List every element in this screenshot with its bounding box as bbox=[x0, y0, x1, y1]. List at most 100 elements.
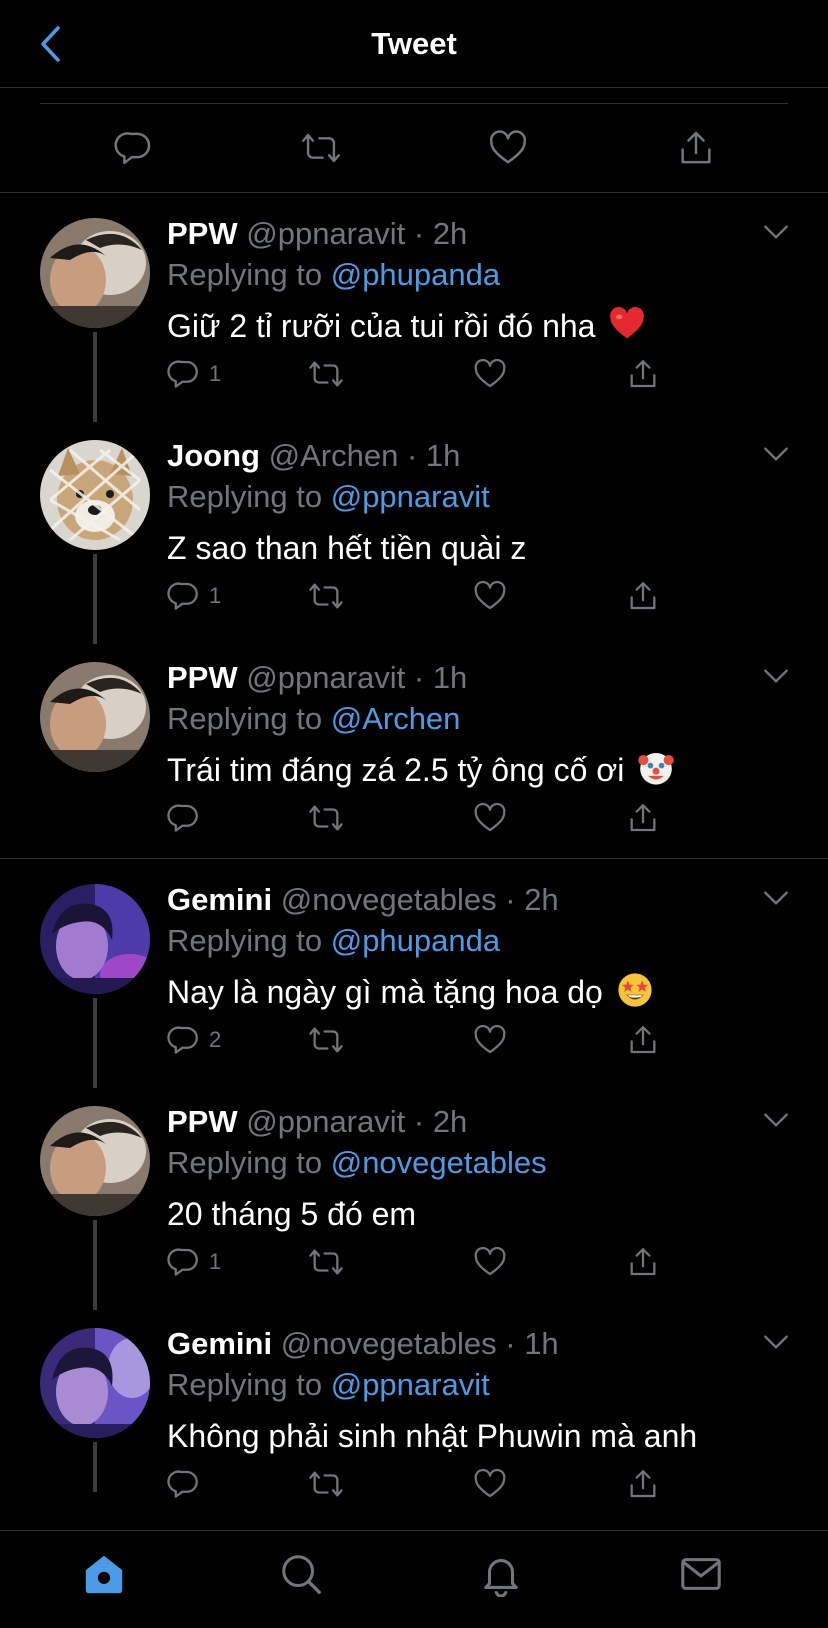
author-handle[interactable]: @ppnaravit bbox=[246, 660, 405, 695]
avatar[interactable] bbox=[40, 1106, 150, 1216]
retweet-button[interactable] bbox=[307, 1466, 345, 1502]
like-button[interactable] bbox=[473, 1244, 507, 1280]
reply-button[interactable]: 1 bbox=[167, 578, 221, 614]
avatar[interactable] bbox=[40, 218, 150, 328]
timestamp: 1h bbox=[524, 1326, 559, 1361]
reply-tweet[interactable]: PPW @ppnaravit · 2h Replying to @noveget… bbox=[0, 1082, 828, 1310]
reply-button[interactable]: 1 bbox=[167, 1244, 221, 1280]
author-line: PPW @ppnaravit · 1h bbox=[167, 658, 467, 698]
retweet-button[interactable] bbox=[307, 1022, 345, 1058]
author-name[interactable]: PPW bbox=[167, 216, 238, 251]
reply-button[interactable]: 2 bbox=[167, 1022, 221, 1058]
reply-tweet[interactable]: PPW @ppnaravit · 2h Replying to @phupand… bbox=[0, 194, 828, 422]
share-button[interactable] bbox=[674, 126, 718, 170]
retweet-button[interactable] bbox=[307, 800, 345, 836]
share-icon bbox=[630, 804, 656, 832]
timestamp: 2h bbox=[524, 882, 559, 917]
like-button[interactable] bbox=[473, 1466, 507, 1502]
author-handle[interactable]: @ppnaravit bbox=[246, 1104, 405, 1139]
retweet-button[interactable] bbox=[307, 1244, 345, 1280]
mention-link[interactable]: @Archen bbox=[331, 701, 461, 736]
reply-count: 1 bbox=[209, 583, 222, 608]
like-icon bbox=[474, 580, 506, 610]
author-line: Gemini @novegetables · 1h bbox=[167, 1324, 559, 1364]
tweet-text: Z sao than hết tiền quài z bbox=[167, 526, 526, 570]
chevron-down-icon[interactable] bbox=[760, 1326, 792, 1358]
tab-search[interactable] bbox=[276, 1549, 326, 1599]
author-name[interactable]: Gemini bbox=[167, 882, 272, 917]
share-button[interactable] bbox=[626, 1244, 660, 1280]
author-handle[interactable]: @novegetables bbox=[281, 1326, 497, 1361]
chevron-down-icon[interactable] bbox=[760, 1104, 792, 1136]
search-icon bbox=[278, 1551, 324, 1597]
reply-button[interactable] bbox=[167, 800, 209, 836]
dot-separator: · bbox=[405, 216, 433, 251]
page-title: Tweet bbox=[371, 26, 457, 61]
reply-button[interactable]: 1 bbox=[167, 356, 221, 392]
reply-tweet[interactable]: PPW @ppnaravit · 1h Replying to @Archen … bbox=[0, 638, 828, 860]
tab-messages[interactable] bbox=[676, 1549, 726, 1599]
reply-tweet[interactable]: Gemini @novegetables · 1h Replying to @p… bbox=[0, 1304, 828, 1526]
author-handle[interactable]: @novegetables bbox=[281, 882, 497, 917]
like-button[interactable] bbox=[473, 1022, 507, 1058]
share-button[interactable] bbox=[626, 1466, 660, 1502]
dot-separator: · bbox=[398, 438, 426, 473]
author-name[interactable]: PPW bbox=[167, 660, 238, 695]
reply-tweet[interactable]: Joong @Archen · 1h Replying to @ppnaravi… bbox=[0, 416, 828, 644]
thread-line bbox=[93, 1220, 97, 1310]
avatar[interactable] bbox=[40, 884, 150, 994]
reply-count: 1 bbox=[209, 361, 222, 386]
retweet-icon bbox=[309, 583, 343, 609]
tab-home[interactable] bbox=[79, 1549, 129, 1599]
like-button[interactable] bbox=[473, 356, 507, 392]
retweet-icon bbox=[309, 1471, 343, 1497]
mention-link[interactable]: @phupanda bbox=[331, 257, 500, 292]
author-name[interactable]: Joong bbox=[167, 438, 260, 473]
mention-link[interactable]: @ppnaravit bbox=[331, 479, 490, 514]
avatar[interactable] bbox=[40, 662, 150, 772]
share-button[interactable] bbox=[626, 356, 660, 392]
like-button[interactable] bbox=[473, 800, 507, 836]
chevron-down-icon[interactable] bbox=[760, 438, 792, 470]
reply-button[interactable] bbox=[167, 1466, 209, 1502]
tweet-text-content: Trái tim đáng zá 2.5 tỷ ông cố ơi bbox=[167, 752, 625, 788]
share-button[interactable] bbox=[626, 1022, 660, 1058]
avatar[interactable] bbox=[40, 1328, 150, 1438]
author-handle[interactable]: @ppnaravit bbox=[246, 216, 405, 251]
tweet-text: Giữ 2 tỉ rưỡi của tui rồi đó nha bbox=[167, 304, 646, 348]
avatar[interactable] bbox=[40, 440, 150, 550]
top-bar: Tweet bbox=[0, 0, 828, 88]
reply-button[interactable] bbox=[112, 126, 156, 170]
dot-separator: · bbox=[405, 660, 433, 695]
mention-link[interactable]: @novegetables bbox=[331, 1145, 547, 1180]
mention-link[interactable]: @ppnaravit bbox=[331, 1367, 490, 1402]
author-name[interactable]: PPW bbox=[167, 1104, 238, 1139]
author-handle[interactable]: @Archen bbox=[269, 438, 399, 473]
replying-to-line: Replying to @Archen bbox=[167, 699, 460, 739]
chevron-down-icon[interactable] bbox=[760, 660, 792, 692]
like-button[interactable] bbox=[473, 578, 507, 614]
chevron-down-icon[interactable] bbox=[760, 216, 792, 248]
share-icon bbox=[630, 360, 656, 388]
tweet-text: Trái tim đáng zá 2.5 tỷ ông cố ơi bbox=[167, 748, 675, 792]
share-icon bbox=[676, 128, 716, 168]
mention-link[interactable]: @phupanda bbox=[331, 923, 500, 958]
author-name[interactable]: Gemini bbox=[167, 1326, 272, 1361]
like-icon bbox=[474, 1024, 506, 1054]
share-button[interactable] bbox=[626, 578, 660, 614]
tweet-text-content: 20 tháng 5 đó em bbox=[167, 1196, 417, 1232]
like-button[interactable] bbox=[486, 126, 530, 170]
replying-to-label: Replying to bbox=[167, 1367, 323, 1402]
tweet-actions: 1 bbox=[167, 1244, 667, 1280]
chevron-down-icon[interactable] bbox=[760, 882, 792, 914]
replying-to-label: Replying to bbox=[167, 923, 323, 958]
reply-icon bbox=[167, 1248, 198, 1276]
retweet-button[interactable] bbox=[307, 356, 345, 392]
reply-tweet[interactable]: Gemini @novegetables · 2h Replying to @p… bbox=[0, 860, 828, 1088]
retweet-button[interactable] bbox=[299, 126, 343, 170]
share-button[interactable] bbox=[626, 800, 660, 836]
tweet-actions: 2 bbox=[167, 1022, 667, 1058]
retweet-button[interactable] bbox=[307, 578, 345, 614]
tab-notifications[interactable] bbox=[476, 1549, 526, 1599]
like-icon bbox=[474, 358, 506, 388]
